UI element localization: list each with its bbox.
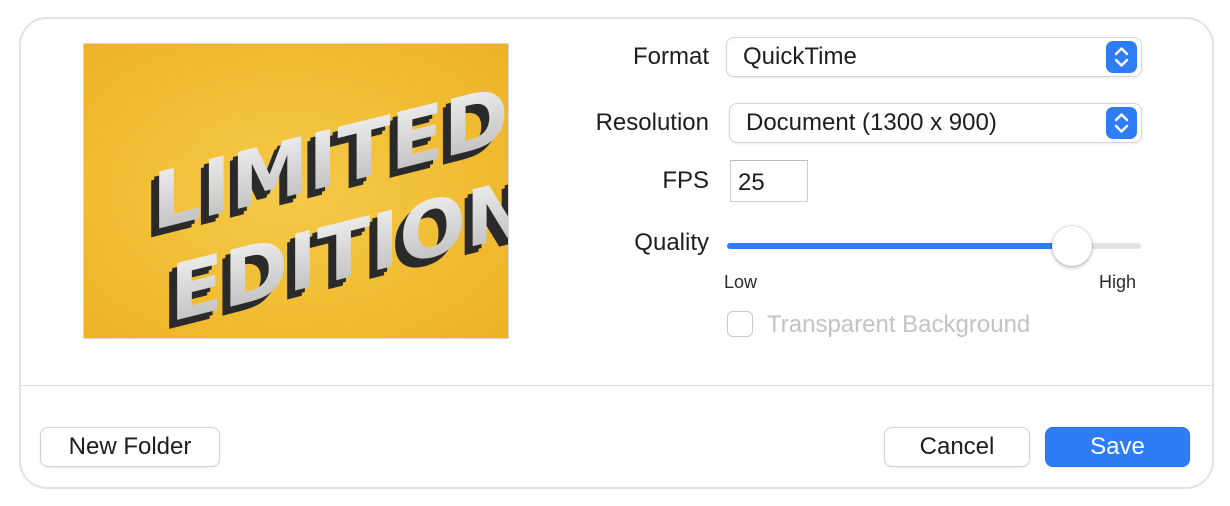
transparent-background-checkbox[interactable]	[727, 311, 753, 337]
format-popup[interactable]: QuickTime	[726, 37, 1142, 77]
quality-high-label: High	[1099, 272, 1137, 292]
cancel-button[interactable]: Cancel	[884, 427, 1030, 467]
quality-low-label: Low	[724, 272, 758, 292]
resolution-value: Document (1300 x 900)	[746, 109, 997, 136]
chevron-up-down-icon	[1106, 41, 1137, 73]
chevron-up-down-icon	[1106, 107, 1137, 139]
save-button[interactable]: Save	[1045, 427, 1190, 467]
limited-edition-artwork: LIMITED LIMITED LIMITED EDITION EDITION …	[144, 68, 508, 338]
new-folder-button[interactable]: New Folder	[40, 427, 220, 467]
quality-slider-knob[interactable]	[1052, 226, 1093, 266]
format-label: Format	[632, 43, 709, 70]
transparent-background-label: Transparent Background	[767, 311, 1031, 338]
divider	[21, 385, 1212, 386]
quality-slider-fill	[727, 243, 1073, 249]
resolution-label: Resolution	[595, 109, 709, 136]
preview-image: LIMITED LIMITED LIMITED EDITION EDITION …	[83, 43, 509, 339]
quality-slider[interactable]	[727, 226, 1141, 266]
resolution-popup[interactable]: Document (1300 x 900)	[729, 103, 1142, 143]
fps-label: FPS	[662, 167, 709, 194]
fps-input[interactable]: 25	[730, 160, 808, 202]
quality-label: Quality	[634, 229, 709, 256]
format-value: QuickTime	[743, 43, 857, 70]
export-dialog: LIMITED LIMITED LIMITED EDITION EDITION …	[19, 17, 1214, 489]
